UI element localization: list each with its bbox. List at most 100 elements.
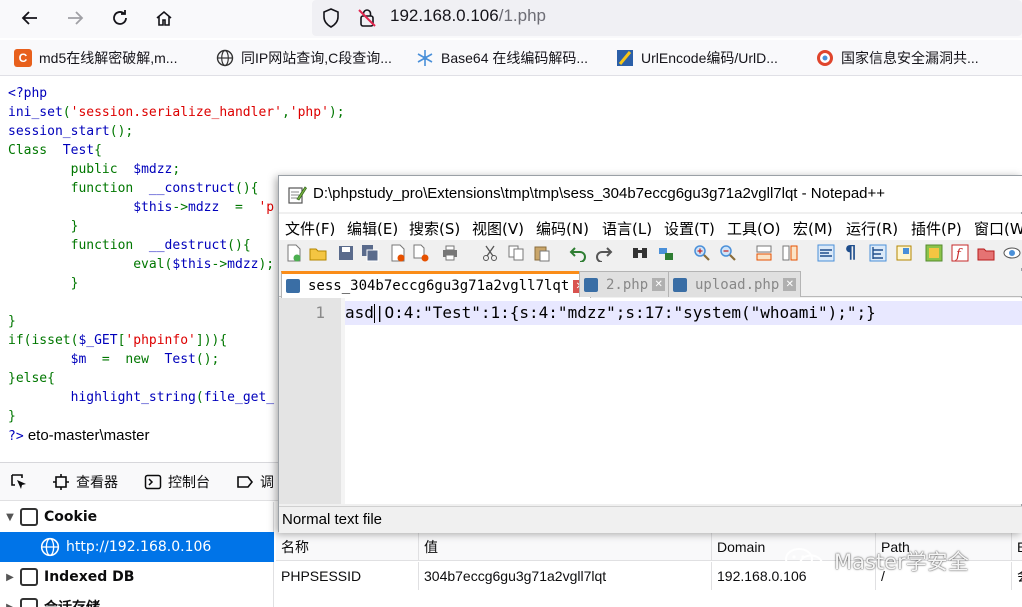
- find-icon[interactable]: [631, 244, 649, 262]
- tab-label: 查看器: [76, 475, 118, 491]
- chevron-right-icon[interactable]: ▶: [0, 602, 20, 607]
- replace-icon[interactable]: [657, 244, 675, 262]
- url-text[interactable]: 192.168.0.106/1.php: [390, 6, 546, 26]
- tab-label: upload.php: [695, 276, 780, 293]
- fold-margin[interactable]: [341, 298, 345, 504]
- source-token: ;: [172, 162, 181, 177]
- back-button[interactable]: [16, 5, 44, 31]
- menu-language[interactable]: 语言(L): [602, 218, 652, 239]
- bookmark-item-cnnvd[interactable]: 国家信息安全漏洞共...: [816, 48, 979, 68]
- menu-search[interactable]: 搜索(S): [409, 218, 460, 239]
- menu-tools[interactable]: 工具(O): [727, 218, 781, 239]
- print-icon[interactable]: [441, 244, 459, 262]
- tree-item-host[interactable]: http://192.168.0.106: [0, 532, 274, 562]
- globe-icon: [216, 49, 234, 67]
- folder-as-workspace-icon[interactable]: [977, 244, 995, 262]
- menu-window[interactable]: 窗口(W): [974, 218, 1022, 239]
- notepad-window[interactable]: D:\phpstudy_pro\Extensions\tmp\tmp\sess_…: [278, 175, 1022, 533]
- source-line: ini_set('session.serialize_handler','php…: [8, 104, 345, 122]
- column-header-name[interactable]: 名称: [276, 533, 419, 561]
- url-bar[interactable]: 192.168.0.106/1.php: [312, 0, 1022, 36]
- bookmark-item-base64[interactable]: Base64 在线编码解码...: [416, 48, 588, 68]
- source-token: __destruct: [133, 238, 228, 253]
- source-token: =: [219, 200, 259, 215]
- sync-horizontal-icon[interactable]: [781, 244, 799, 262]
- source-token: mdzz: [227, 257, 259, 272]
- tab-upload-php[interactable]: upload.php ✕: [668, 271, 802, 297]
- paste-icon[interactable]: [533, 244, 551, 262]
- tab-debugger[interactable]: 调: [236, 471, 274, 493]
- menu-file[interactable]: 文件(F): [285, 218, 335, 239]
- bookmark-item-same-ip[interactable]: 同IP网站查询,C段查询...: [216, 48, 392, 68]
- function-icon[interactable]: f: [951, 244, 969, 262]
- tree-item-indexeddb[interactable]: ▶ Indexed DB: [0, 562, 274, 592]
- tree-item-label: Indexed DB: [44, 569, 135, 585]
- menu-macro[interactable]: 宏(M): [793, 218, 833, 239]
- arrow-right-icon: [68, 11, 84, 25]
- source-token: eto-master\master: [23, 427, 150, 444]
- reload-button[interactable]: [106, 5, 134, 31]
- zoom-out-icon[interactable]: [719, 244, 737, 262]
- save-icon[interactable]: [337, 244, 355, 262]
- redo-icon[interactable]: [595, 244, 613, 262]
- tree-item-cookie[interactable]: ▼ Cookie: [0, 502, 274, 532]
- bookmark-label: UrlEncode编码/UrlD...: [641, 50, 778, 66]
- undo-icon[interactable]: [569, 244, 587, 262]
- monitoring-icon[interactable]: [1003, 244, 1021, 262]
- line-number-gutter[interactable]: [279, 298, 341, 504]
- word-wrap-icon[interactable]: [817, 244, 835, 262]
- close-tab-icon[interactable]: ✕: [783, 278, 797, 291]
- menu-view[interactable]: 视图(V): [472, 218, 524, 239]
- source-line: }: [8, 218, 79, 236]
- tab-inspector[interactable]: 查看器: [52, 471, 118, 493]
- show-all-characters-icon[interactable]: ¶: [845, 244, 863, 262]
- source-token: $m: [70, 352, 87, 367]
- forward-button[interactable]: [61, 5, 89, 31]
- new-file-icon[interactable]: [285, 244, 303, 262]
- source-token: ();: [109, 124, 134, 139]
- bookmark-label: md5在线解密破解,m...: [39, 50, 178, 66]
- notepad-titlebar[interactable]: D:\phpstudy_pro\Extensions\tmp\tmp\sess_…: [279, 176, 1022, 212]
- zoom-in-icon[interactable]: [693, 244, 711, 262]
- menu-encoding[interactable]: 编码(N): [536, 218, 589, 239]
- source-token: (: [195, 390, 204, 405]
- tab-console[interactable]: 控制台: [144, 471, 210, 493]
- close-all-icon[interactable]: [413, 244, 431, 262]
- doc-map-icon[interactable]: [895, 244, 913, 262]
- open-file-icon[interactable]: [309, 244, 327, 262]
- chevron-down-icon[interactable]: ▼: [0, 512, 20, 523]
- notepad-editor[interactable]: 1 asd|O:4:"Test":1:{s:4:"mdzz";s:17:"sys…: [279, 298, 1022, 504]
- bookmark-item-md5[interactable]: C md5在线解密破解,m...: [14, 48, 177, 68]
- chevron-right-icon[interactable]: ▶: [0, 572, 20, 583]
- column-header-value[interactable]: 值: [419, 533, 712, 561]
- column-header-expires[interactable]: E: [1012, 533, 1022, 561]
- close-file-icon[interactable]: [389, 244, 407, 262]
- function-list-icon[interactable]: [925, 244, 943, 262]
- notepad-toolbar: ¶ f: [279, 240, 1022, 268]
- sync-vertical-icon[interactable]: [755, 244, 773, 262]
- bookmark-item-urlencode[interactable]: UrlEncode编码/UrlD...: [616, 48, 778, 68]
- snowflake-icon: [417, 50, 433, 66]
- globe-icon: [40, 537, 60, 557]
- home-button[interactable]: [150, 5, 178, 31]
- menu-plugins[interactable]: 插件(P): [911, 218, 962, 239]
- copy-icon[interactable]: [507, 244, 525, 262]
- insecure-lock-icon[interactable]: [356, 7, 378, 29]
- notepad-app-icon: [288, 186, 307, 204]
- tab-2-php[interactable]: 2.php ✕: [579, 271, 671, 297]
- cut-icon[interactable]: [481, 244, 499, 262]
- element-picker-button[interactable]: [10, 471, 34, 493]
- menu-run[interactable]: 运行(R): [846, 218, 898, 239]
- tree-item-session-storage[interactable]: ▶ 会话存储: [0, 592, 274, 607]
- close-tab-icon[interactable]: ✕: [652, 278, 666, 291]
- indent-guide-icon[interactable]: [869, 244, 887, 262]
- md5-logo-icon: C: [14, 49, 32, 67]
- save-all-icon[interactable]: [361, 244, 379, 262]
- editor-line-1[interactable]: asd|O:4:"Test":1:{s:4:"mdzz";s:17:"syste…: [345, 301, 876, 325]
- shield-icon[interactable]: [320, 7, 342, 29]
- tab-sess-file[interactable]: sess_304b7eccg6gu3g71a2vgll7lqt ✕: [281, 271, 592, 298]
- menu-settings[interactable]: 设置(T): [664, 218, 715, 239]
- menu-edit[interactable]: 编辑(E): [347, 218, 398, 239]
